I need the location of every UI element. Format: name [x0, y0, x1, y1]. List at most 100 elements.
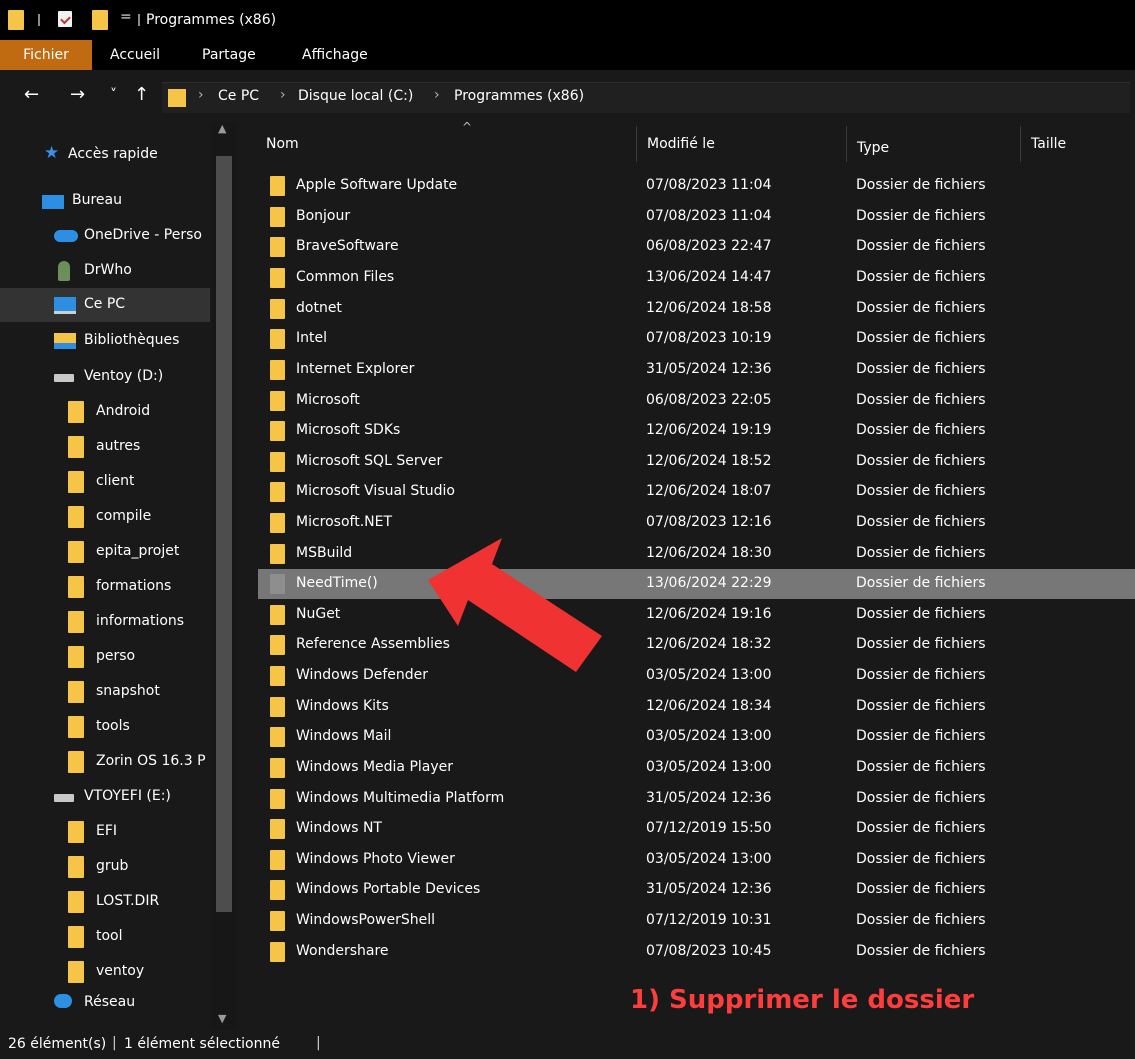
column-header-modifie[interactable]: Modifié le	[637, 122, 845, 164]
address-bar[interactable]: › Ce PC › Disque local (C:) › Programmes…	[162, 82, 1130, 113]
tab-affichage[interactable]: Affichage	[302, 40, 368, 70]
annotation-arrow-icon	[428, 538, 602, 672]
file-row[interactable]: MSBuild 12/06/2024 18:30 Dossier de fich…	[258, 539, 1135, 569]
breadcrumb-ce-pc[interactable]: Ce PC	[218, 88, 259, 104]
file-date: 03/05/2024 13:00	[646, 667, 772, 683]
file-row[interactable]: Microsoft SQL Server 12/06/2024 18:52 Do…	[258, 447, 1135, 477]
file-row[interactable]: Windows Portable Devices 31/05/2024 12:3…	[258, 875, 1135, 905]
sidebar-item-ventoy[interactable]: Ventoy (D:)	[0, 360, 210, 394]
file-type: Dossier de fichiers	[856, 636, 986, 652]
sidebar-item-ventoy-folder[interactable]: ventoy	[0, 955, 210, 989]
drive-icon	[54, 794, 74, 802]
tab-fichier[interactable]: Fichier	[0, 40, 92, 70]
file-row[interactable]: Microsoft.NET 07/08/2023 12:16 Dossier d…	[258, 508, 1135, 538]
breadcrumb-programmes[interactable]: Programmes (x86)	[454, 88, 584, 104]
file-row[interactable]: Bonjour 07/08/2023 11:04 Dossier de fich…	[258, 202, 1135, 232]
sidebar-item-tool[interactable]: tool	[0, 920, 210, 954]
column-header-nom[interactable]: ^ Nom	[258, 122, 636, 164]
file-row[interactable]: dotnet 12/06/2024 18:58 Dossier de fichi…	[258, 294, 1135, 324]
sidebar-item-label: Bureau	[72, 192, 122, 208]
file-type: Dossier de fichiers	[856, 943, 986, 959]
file-row[interactable]: Internet Explorer 31/05/2024 12:36 Dossi…	[258, 355, 1135, 385]
file-date: 12/06/2024 18:58	[646, 300, 772, 316]
column-header-taille[interactable]: Taille	[1021, 122, 1135, 164]
file-name: Windows Portable Devices	[296, 881, 481, 897]
sidebar-item-compile[interactable]: compile	[0, 500, 210, 534]
sidebar-item-vtoyefi[interactable]: VTOYEFI (E:)	[0, 780, 210, 814]
forward-arrow-icon[interactable]: →	[70, 84, 85, 105]
up-arrow-icon[interactable]: ↑	[134, 84, 149, 105]
folder-icon	[270, 789, 285, 809]
sidebar-item-zorin-os[interactable]: Zorin OS 16.3 P	[0, 745, 210, 779]
new-folder-icon[interactable]	[92, 10, 108, 30]
breadcrumb-separator: ›	[434, 87, 440, 103]
arrow-shape	[428, 538, 602, 672]
sidebar-item-android[interactable]: Android	[0, 395, 210, 429]
file-type: Dossier de fichiers	[856, 238, 986, 254]
file-row[interactable]: Windows NT 07/12/2019 15:50 Dossier de f…	[258, 814, 1135, 844]
sidebar-item-formations[interactable]: formations	[0, 570, 210, 604]
scroll-thumb[interactable]	[216, 156, 232, 912]
tab-partage[interactable]: Partage	[202, 40, 256, 70]
sidebar-item-bureau[interactable]: Bureau	[0, 184, 210, 218]
sidebar-item-ce-pc[interactable]: Ce PC	[0, 288, 210, 322]
file-row[interactable]: Windows Mail 03/05/2024 13:00 Dossier de…	[258, 722, 1135, 752]
sidebar-item-epita-projet[interactable]: epita_projet	[0, 535, 210, 569]
file-row[interactable]: Windows Defender 03/05/2024 13:00 Dossie…	[258, 661, 1135, 691]
sidebar-item-autres[interactable]: autres	[0, 430, 210, 464]
column-header-type[interactable]: Type	[847, 122, 1019, 164]
file-row[interactable]: Intel 07/08/2023 10:19 Dossier de fichie…	[258, 324, 1135, 354]
sidebar-item-label: Accès rapide	[68, 146, 158, 162]
file-row[interactable]: Reference Assemblies 12/06/2024 18:32 Do…	[258, 630, 1135, 660]
breadcrumb-disque-local[interactable]: Disque local (C:)	[298, 88, 413, 104]
file-row[interactable]: Apple Software Update 07/08/2023 11:04 D…	[258, 171, 1135, 201]
file-row[interactable]: Microsoft SDKs 12/06/2024 19:19 Dossier …	[258, 416, 1135, 446]
sidebar-item-label: perso	[96, 648, 136, 664]
sidebar-item-client[interactable]: client	[0, 465, 210, 499]
file-row[interactable]: BraveSoftware 06/08/2023 22:47 Dossier d…	[258, 232, 1135, 262]
file-name: MSBuild	[296, 545, 353, 561]
sidebar-item-snapshot[interactable]: snapshot	[0, 675, 210, 709]
sidebar-item-perso[interactable]: perso	[0, 640, 210, 674]
folder-icon	[270, 942, 285, 962]
folder-icon	[68, 821, 84, 843]
sidebar-item-informations[interactable]: informations	[0, 605, 210, 639]
sidebar-item-grub[interactable]: grub	[0, 850, 210, 884]
file-name: Microsoft	[296, 392, 360, 408]
file-row-selected[interactable]: NeedTime() 13/06/2024 22:29 Dossier de f…	[258, 569, 1135, 599]
file-row[interactable]: Microsoft Visual Studio 12/06/2024 18:07…	[258, 477, 1135, 507]
sidebar-item-drwho[interactable]: DrWho	[0, 254, 210, 288]
folder-icon	[270, 268, 285, 288]
sidebar-item-acces-rapide[interactable]: ★ Accès rapide	[0, 138, 210, 172]
sidebar-item-efi[interactable]: EFI	[0, 815, 210, 849]
file-row[interactable]: NuGet 12/06/2024 19:16 Dossier de fichie…	[258, 600, 1135, 630]
column-header-label: Modifié le	[647, 136, 715, 152]
file-row[interactable]: Windows Kits 12/06/2024 18:34 Dossier de…	[258, 692, 1135, 722]
file-row[interactable]: Common Files 13/06/2024 14:47 Dossier de…	[258, 263, 1135, 293]
scroll-up-icon[interactable]: ▲	[218, 122, 226, 135]
sidebar-item-reseau[interactable]: Réseau	[0, 986, 210, 1020]
sidebar-item-tools[interactable]: tools	[0, 710, 210, 744]
file-row[interactable]: Microsoft 06/08/2023 22:05 Dossier de fi…	[258, 386, 1135, 416]
file-name: Windows Multimedia Platform	[296, 790, 505, 806]
file-row[interactable]: Windows Photo Viewer 03/05/2024 13:00 Do…	[258, 845, 1135, 875]
scroll-down-icon[interactable]: ▼	[218, 1012, 226, 1025]
sidebar-scrollbar[interactable]: ▲ ▼	[212, 122, 236, 1030]
file-name: Microsoft Visual Studio	[296, 483, 455, 499]
file-row[interactable]: WindowsPowerShell 07/12/2019 10:31 Dossi…	[258, 906, 1135, 936]
file-row[interactable]: Wondershare 07/08/2023 10:45 Dossier de …	[258, 937, 1135, 967]
folder-icon	[68, 856, 84, 878]
quick-access-dropdown[interactable]: =	[120, 9, 132, 25]
file-type: Dossier de fichiers	[856, 820, 986, 836]
recent-locations-icon[interactable]: ˅	[110, 87, 117, 103]
back-arrow-icon[interactable]: ←	[24, 84, 39, 105]
file-row[interactable]: Windows Multimedia Platform 31/05/2024 1…	[258, 784, 1135, 814]
tab-accueil[interactable]: Accueil	[110, 40, 160, 70]
file-row[interactable]: Windows Media Player 03/05/2024 13:00 Do…	[258, 753, 1135, 783]
sidebar-item-bibliotheques[interactable]: Bibliothèques	[0, 324, 210, 358]
file-name: Windows Mail	[296, 728, 392, 744]
sidebar-item-lost-dir[interactable]: LOST.DIR	[0, 885, 210, 919]
properties-icon[interactable]	[58, 11, 72, 27]
sidebar-item-onedrive[interactable]: OneDrive - Perso	[0, 219, 210, 253]
folder-icon	[8, 10, 24, 30]
